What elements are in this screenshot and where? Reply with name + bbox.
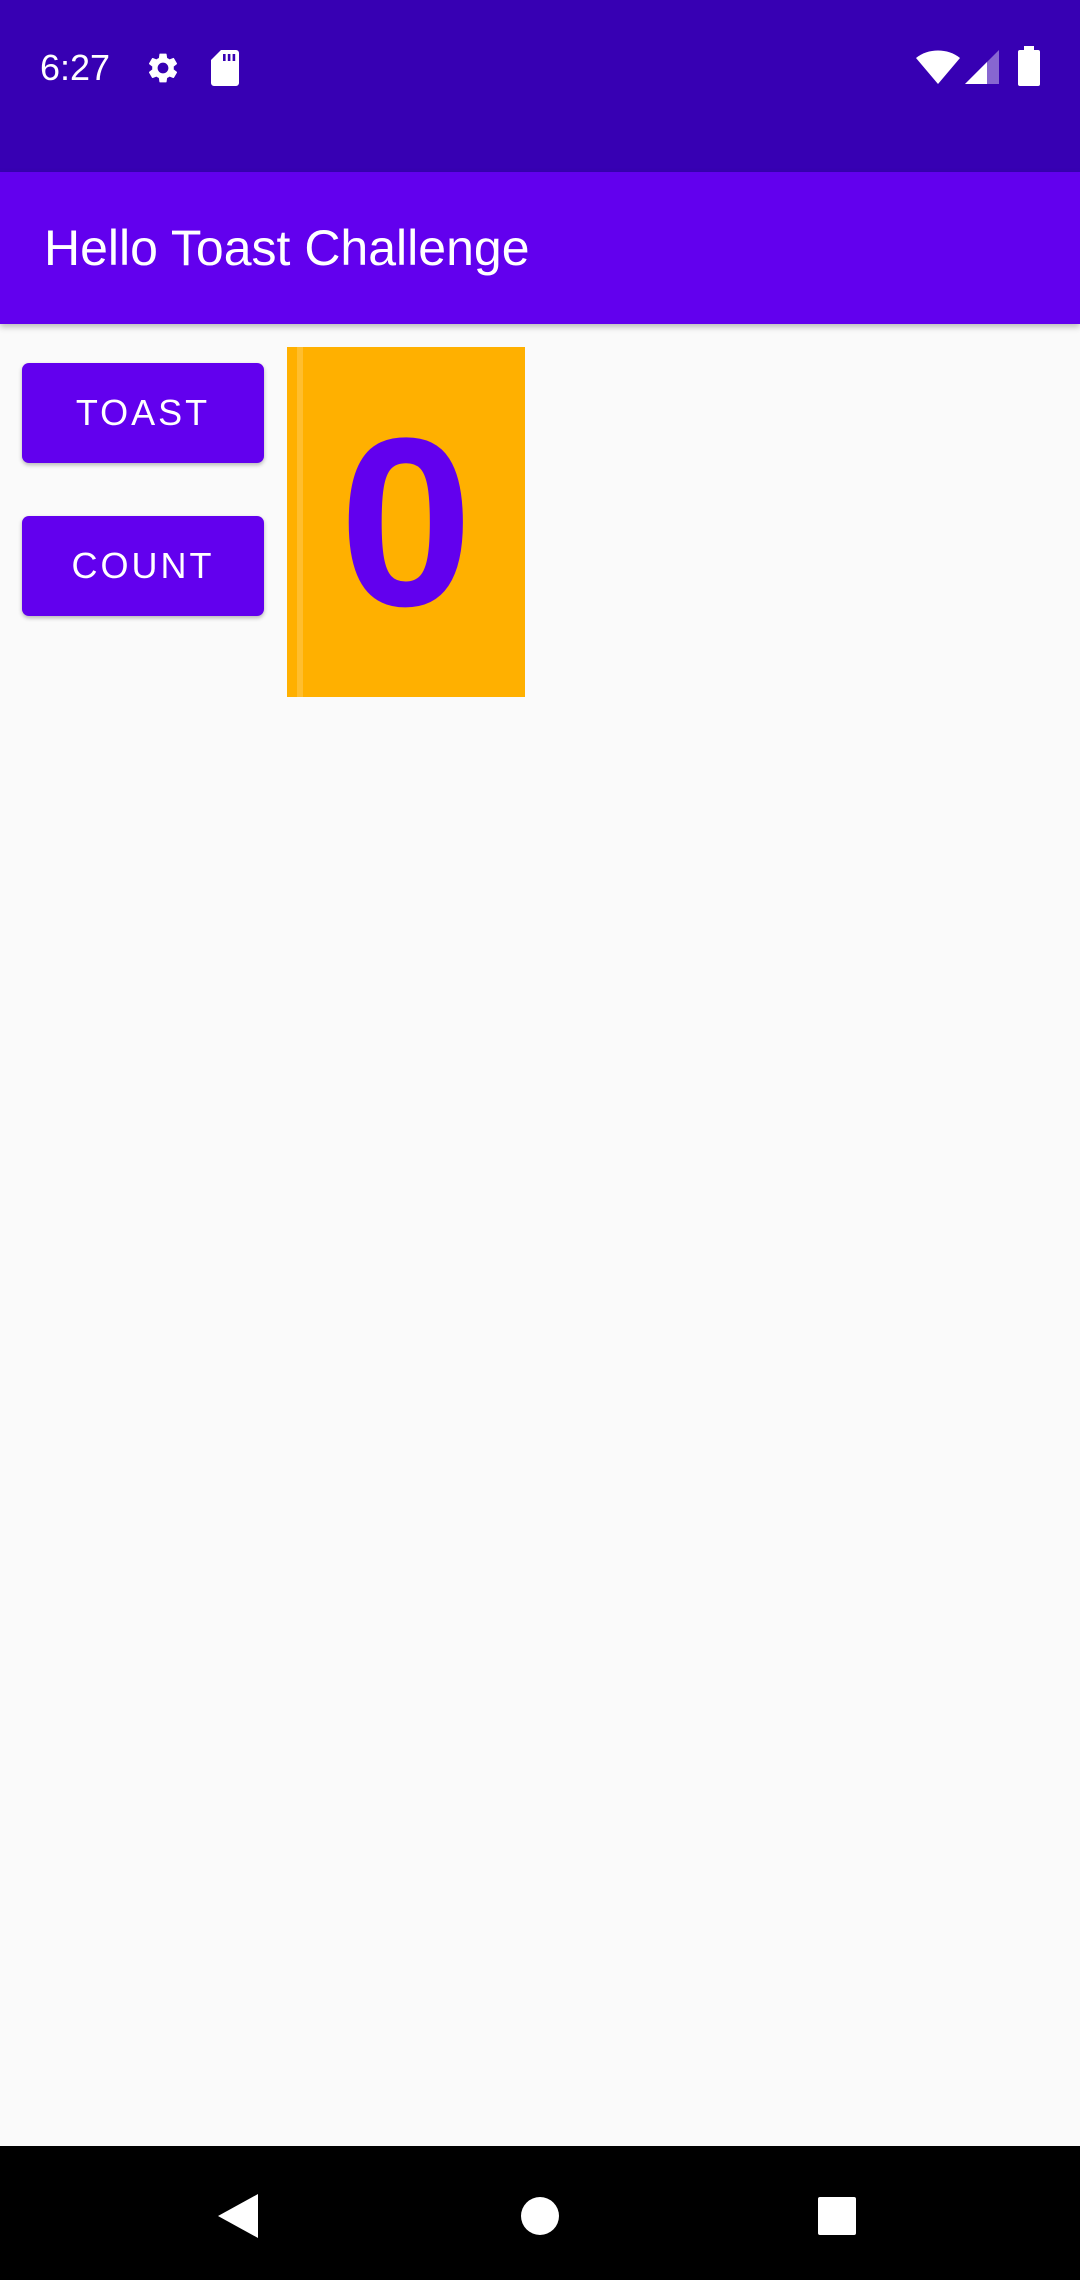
status-time: 6:27 <box>40 47 111 88</box>
recents-icon[interactable] <box>818 2197 856 2235</box>
app-bar: Hello Toast Challenge <box>0 172 1080 324</box>
status-bar: 6:27 <box>0 0 1080 172</box>
home-icon[interactable] <box>520 2196 560 2236</box>
back-icon[interactable] <box>218 2194 258 2238</box>
wifi-icon <box>916 50 960 84</box>
cell-signal-icon <box>965 50 999 84</box>
sd-card-icon <box>211 50 239 86</box>
app-title: Hello Toast Challenge <box>44 220 530 276</box>
settings-gear-icon <box>148 53 178 83</box>
count-value: 0 <box>339 388 473 656</box>
count-button[interactable]: COUNT <box>22 516 264 616</box>
count-display: 0 <box>287 347 525 697</box>
battery-icon <box>1018 46 1040 86</box>
navigation-bar <box>0 2146 1080 2280</box>
toast-button[interactable]: TOAST <box>22 363 264 463</box>
